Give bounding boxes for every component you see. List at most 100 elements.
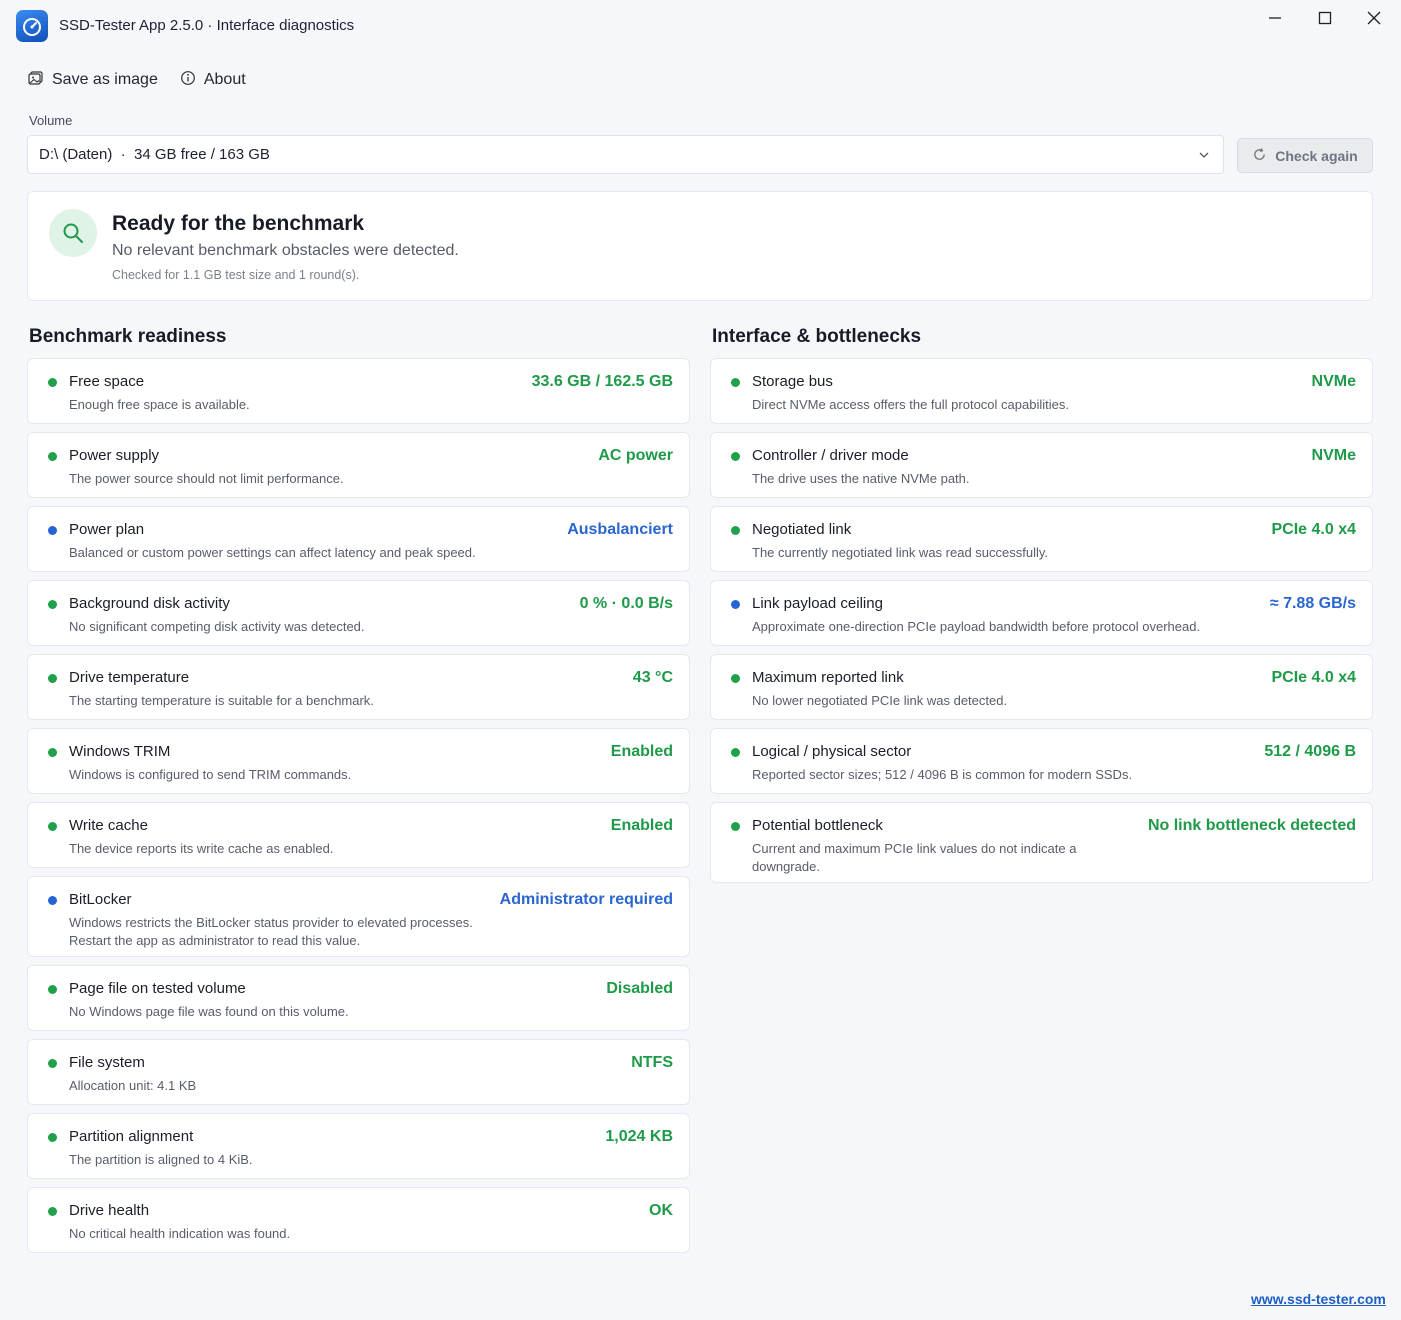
check-description: The partition is aligned to 4 KiB. <box>69 1152 253 1167</box>
check-value: Administrator required <box>499 891 673 908</box>
check-row-storage-bus: Storage bus Direct NVMe access offers th… <box>710 358 1373 424</box>
check-row-page-file: Page file on tested volume No Windows pa… <box>27 965 690 1031</box>
status-card: Ready for the benchmark No relevant benc… <box>27 191 1373 301</box>
check-title: Potential bottleneck <box>752 817 883 834</box>
title-bar: SSD-Tester App 2.5.0 · Interface diagnos… <box>0 0 1401 52</box>
check-value: NTFS <box>631 1054 673 1071</box>
check-description: No critical health indication was found. <box>69 1226 291 1241</box>
check-title: Negotiated link <box>752 521 852 538</box>
check-row-drive-temperature: Drive temperature The starting temperatu… <box>27 654 690 720</box>
status-dot <box>48 526 57 535</box>
check-description: The power source should not limit perfor… <box>69 471 344 486</box>
status-dot <box>48 748 57 757</box>
check-row-drive-health: Drive health No critical health indicati… <box>27 1187 690 1253</box>
check-description: Approximate one-direction PCIe payload b… <box>752 619 1201 634</box>
status-dot <box>48 1133 57 1142</box>
check-row-free-space: Free space Enough free space is availabl… <box>27 358 690 424</box>
info-icon <box>180 70 196 91</box>
status-dot <box>731 822 740 831</box>
status-dot <box>48 674 57 683</box>
check-title: Write cache <box>69 817 148 834</box>
check-description: The drive uses the native NVMe path. <box>752 471 970 486</box>
status-title: Ready for the benchmark <box>112 212 365 235</box>
status-dot <box>48 1207 57 1216</box>
volume-label: Volume <box>29 113 73 128</box>
readiness-section-title: Benchmark readiness <box>29 326 227 347</box>
about-button[interactable]: About <box>180 70 246 91</box>
chevron-down-icon <box>1197 148 1211 166</box>
check-description: The currently negotiated link was read s… <box>752 545 1049 560</box>
check-title: Storage bus <box>752 373 833 390</box>
check-description: Enough free space is available. <box>69 397 250 412</box>
check-title: Link payload ceiling <box>752 595 883 612</box>
check-value: Enabled <box>610 817 673 834</box>
check-value: OK <box>649 1202 673 1219</box>
interface-list: Storage bus Direct NVMe access offers th… <box>710 358 1373 891</box>
status-note: Checked for 1.1 GB test size and 1 round… <box>112 268 360 282</box>
check-value: 0 % · 0.0 B/s <box>579 595 673 612</box>
minimize-icon[interactable] <box>1252 4 1298 32</box>
check-description: Current and maximum PCIe link values do … <box>752 841 1077 874</box>
check-description: Allocation unit: 4.1 KB <box>69 1078 197 1093</box>
save-as-image-button[interactable]: Save as image <box>28 70 158 91</box>
refresh-icon <box>1252 147 1267 165</box>
check-title: Maximum reported link <box>752 669 904 686</box>
status-dot <box>48 452 57 461</box>
interface-section-title: Interface & bottlenecks <box>712 326 922 347</box>
status-dot <box>48 378 57 387</box>
check-value: 43 °C <box>632 669 673 686</box>
check-value: 512 / 4096 B <box>1264 743 1356 760</box>
check-value: Enabled <box>610 743 673 760</box>
maximize-icon[interactable] <box>1302 4 1348 32</box>
check-description: The device reports its write cache as en… <box>69 841 334 856</box>
check-row-negotiated-link: Negotiated link The currently negotiated… <box>710 506 1373 572</box>
search-icon <box>49 209 97 257</box>
check-row-controller-mode: Controller / driver mode The drive uses … <box>710 432 1373 498</box>
check-again-button[interactable]: Check again <box>1237 138 1373 173</box>
status-dot <box>731 600 740 609</box>
check-row-windows-trim: Windows TRIM Windows is configured to se… <box>27 728 690 794</box>
check-row-write-cache: Write cache The device reports its write… <box>27 802 690 868</box>
status-dot <box>48 822 57 831</box>
status-subtitle: No relevant benchmark obstacles were det… <box>112 242 459 259</box>
check-value: 33.6 GB / 162.5 GB <box>531 373 673 390</box>
status-dot <box>48 600 57 609</box>
menu-bar: Save as image About <box>28 68 246 92</box>
check-value: ≈ 7.88 GB/s <box>1269 595 1356 612</box>
check-row-power-plan: Power plan Balanced or custom power sett… <box>27 506 690 572</box>
check-row-power-supply: Power supply The power source should not… <box>27 432 690 498</box>
check-title: Drive temperature <box>69 669 190 686</box>
check-row-sector-size: Logical / physical sector Reported secto… <box>710 728 1373 794</box>
window-title: SSD-Tester App 2.5.0 · Interface diagnos… <box>59 17 355 34</box>
speedometer-icon <box>16 10 48 42</box>
check-value: No link bottleneck detected <box>1147 817 1356 834</box>
check-title: Power plan <box>69 521 145 538</box>
check-value: Disabled <box>606 980 673 997</box>
website-link[interactable]: www.ssd-tester.com <box>1251 1291 1386 1307</box>
check-description: The starting temperature is suitable for… <box>69 693 374 708</box>
check-row-background-activity: Background disk activity No significant … <box>27 580 690 646</box>
check-row-bitlocker: BitLocker Windows restricts the BitLocke… <box>27 876 690 957</box>
volume-dropdown[interactable]: D:\ (Daten) · 34 GB free / 163 GB <box>27 135 1224 174</box>
check-again-label: Check again <box>1275 147 1358 164</box>
status-dot <box>731 452 740 461</box>
check-value: NVMe <box>1311 447 1356 464</box>
check-title: BitLocker <box>69 891 132 908</box>
status-dot <box>731 526 740 535</box>
about-label: About <box>203 71 246 88</box>
check-title: Power supply <box>69 447 160 464</box>
check-title: Drive health <box>69 1202 150 1219</box>
check-description: Direct NVMe access offers the full proto… <box>752 397 1069 412</box>
status-dot <box>48 896 57 905</box>
status-dot <box>48 985 57 994</box>
save-as-image-label: Save as image <box>52 71 158 88</box>
status-dot <box>731 378 740 387</box>
image-icon <box>28 70 44 91</box>
status-dot <box>731 674 740 683</box>
close-icon[interactable] <box>1351 4 1397 32</box>
check-title: Page file on tested volume <box>69 980 246 997</box>
check-description: Balanced or custom power settings can af… <box>69 545 476 560</box>
check-title: Logical / physical sector <box>752 743 912 760</box>
check-row-file-system: File system Allocation unit: 4.1 KB NTFS <box>27 1039 690 1105</box>
check-description: No significant competing disk activity w… <box>69 619 365 634</box>
